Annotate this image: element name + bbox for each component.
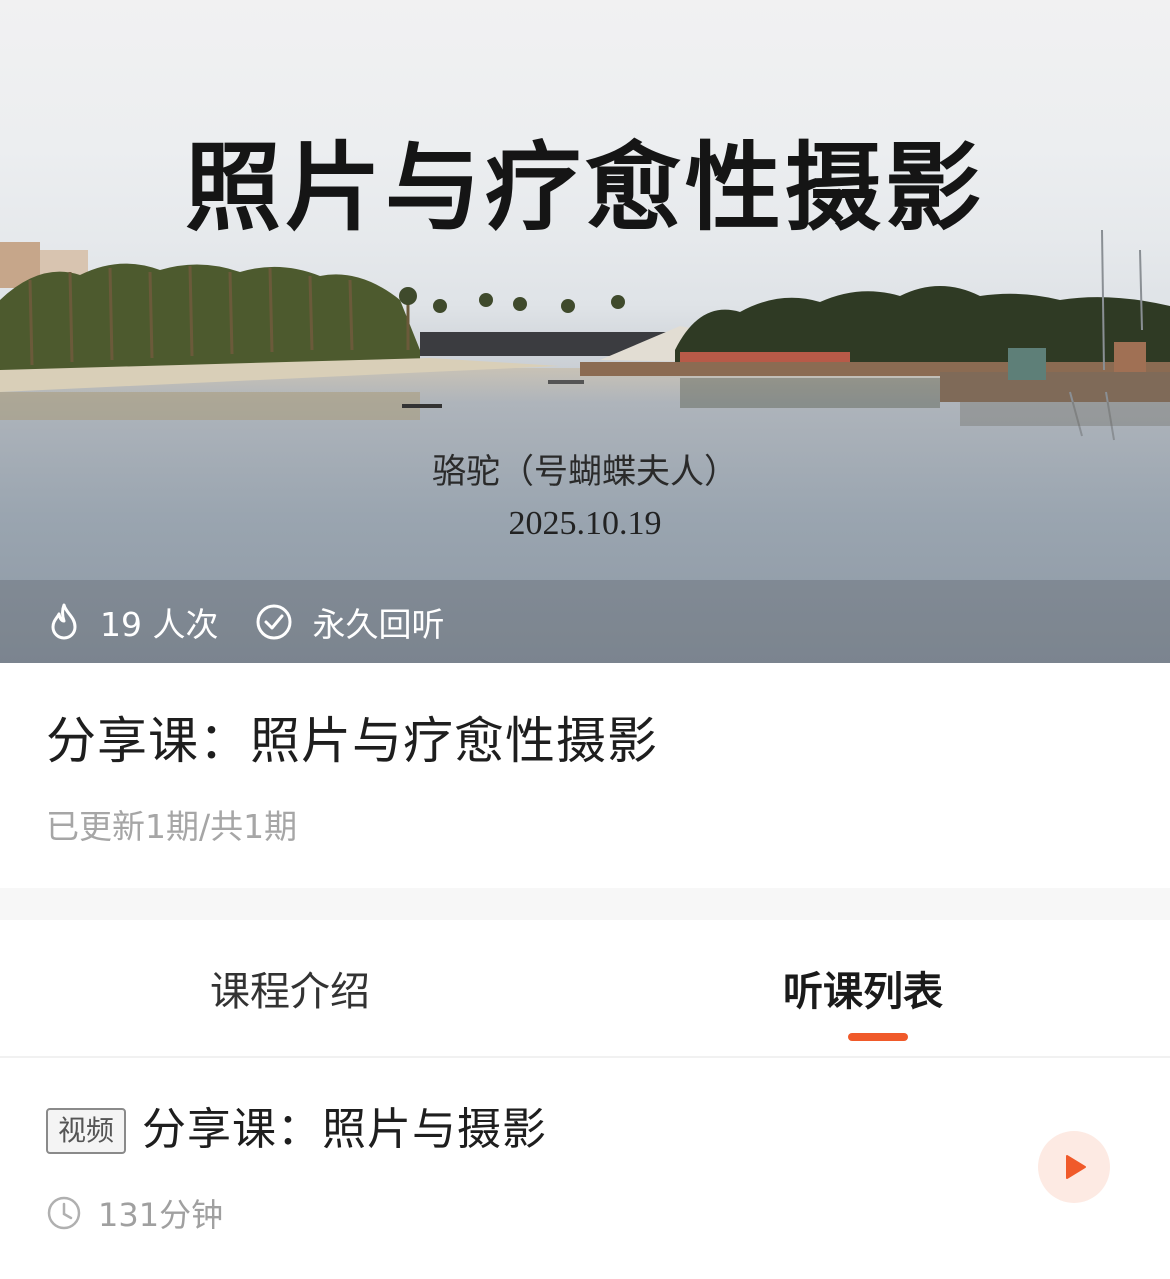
course-progress: 已更新1期/共1期 xyxy=(46,807,298,846)
cover-stats-bar: 19 人次 永久回听 xyxy=(0,580,1170,663)
clock-icon xyxy=(47,1196,81,1230)
flame-icon xyxy=(51,603,77,639)
tab-lesson-list[interactable]: 听课列表 xyxy=(783,964,943,1020)
course-tabs: 课程介绍 听课列表 xyxy=(0,920,1170,1058)
lesson-title: 分享课：照片与摄影 xyxy=(142,1104,547,1155)
play-button[interactable] xyxy=(1038,1131,1110,1203)
views-count: 19 人次 xyxy=(100,604,219,644)
cover-landscape-image xyxy=(0,229,1170,663)
replay-label: 永久回听 xyxy=(312,604,445,644)
lesson-item[interactable]: 视频 分享课：照片与摄影 131分钟 xyxy=(0,1060,1170,1279)
lesson-duration: 131分钟 xyxy=(46,1190,223,1236)
section-divider xyxy=(0,888,1170,920)
tab-course-intro[interactable]: 课程介绍 xyxy=(210,964,370,1020)
video-type-badge: 视频 xyxy=(46,1108,126,1154)
course-info: 分享课：照片与疗愈性摄影 已更新1期/共1期 xyxy=(0,663,1170,888)
cover-date: 2025.10.19 xyxy=(508,505,662,542)
course-cover: 照片与疗愈性摄影 骆驼（号蝴蝶夫人） 2025.10.19 19 人次 永久回听 xyxy=(0,0,1170,663)
views-stat: 19 人次 xyxy=(46,598,218,646)
course-title: 分享课：照片与疗愈性摄影 xyxy=(46,712,658,770)
cover-author: 骆驼（号蝴蝶夫人） xyxy=(432,452,738,492)
active-tab-indicator xyxy=(848,1033,908,1041)
lesson-duration-text: 131分钟 xyxy=(98,1196,224,1234)
replay-stat: 永久回听 xyxy=(254,598,444,646)
cover-title: 照片与疗愈性摄影 xyxy=(185,132,985,244)
check-circle-icon xyxy=(256,604,292,639)
play-icon xyxy=(1066,1155,1086,1179)
